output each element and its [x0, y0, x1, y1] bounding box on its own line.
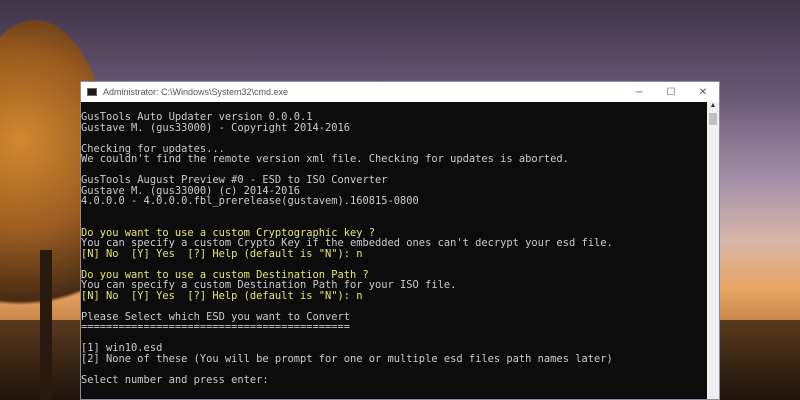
console-line: [1] win10.esd	[81, 342, 163, 354]
close-button[interactable]: ✕	[687, 82, 719, 102]
console-line: You can specify a custom Destination Pat…	[81, 279, 457, 291]
minimize-button[interactable]: ─	[623, 82, 655, 102]
cmd-icon	[87, 88, 97, 96]
cmd-window[interactable]: Administrator: C:\Windows\System32\cmd.e…	[80, 81, 720, 400]
console-line: [2] None of these (You will be prompt fo…	[81, 352, 613, 365]
console-output[interactable]: GusTools Auto Updater version 0.0.0.1 Gus…	[81, 102, 707, 399]
console-line: 4.0.0.0 - 4.0.0.0.fbl_prerelease(gustave…	[81, 195, 419, 207]
console-line: ========================================…	[81, 321, 350, 333]
maximize-button[interactable]: ☐	[655, 82, 687, 102]
console-line: You can specify a custom Crypto Key if t…	[81, 237, 613, 249]
console-line: GusTools August Preview #0 - ESD to ISO …	[81, 174, 388, 186]
console-line: GusTools Auto Updater version 0.0.0.1	[81, 111, 313, 123]
console-line: Gustave M. (gus33000) - Copyright 2014-2…	[81, 121, 350, 134]
console-line: [N] No [Y] Yes [?] Help (default is "N")…	[81, 247, 363, 260]
window-title: Administrator: C:\Windows\System32\cmd.e…	[103, 87, 289, 97]
scroll-up-icon[interactable]: ▲	[707, 102, 719, 112]
tree-trunk	[40, 250, 52, 400]
console-line: We couldn't find the remote version xml …	[81, 153, 569, 165]
title-bar[interactable]: Administrator: C:\Windows\System32\cmd.e…	[81, 82, 719, 102]
scrollbar-thumb[interactable]	[709, 113, 717, 125]
vertical-scrollbar[interactable]: ▲	[707, 102, 719, 399]
console-line: [N] No [Y] Yes [?] Help (default is "N")…	[81, 289, 363, 302]
console-line: Select number and press enter:	[81, 373, 269, 386]
